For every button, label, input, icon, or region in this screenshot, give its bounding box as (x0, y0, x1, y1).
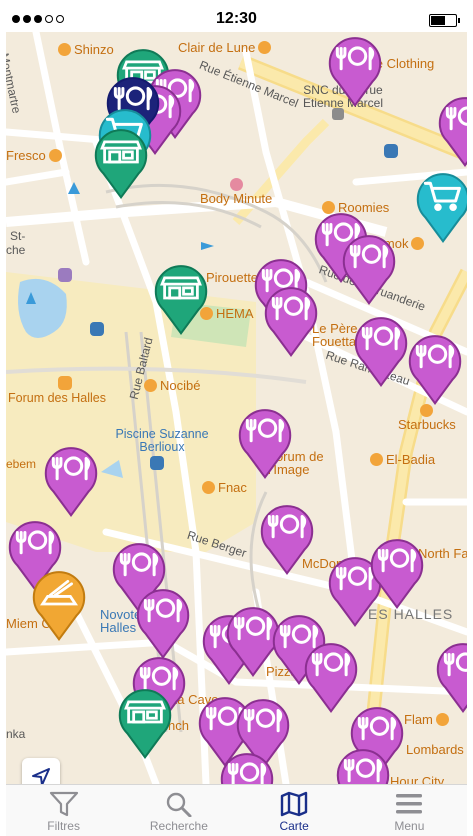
station-icon[interactable] (332, 108, 344, 120)
shop-marker[interactable] (92, 124, 150, 200)
restaurant-marker[interactable] (406, 330, 464, 406)
restaurant-marker[interactable] (326, 32, 384, 108)
phone-screen: 12:30 Montmartre Rue Étienne Marcel Rue … (6, 6, 467, 836)
restaurant-marker[interactable] (236, 404, 294, 480)
restaurant-marker[interactable] (258, 500, 316, 576)
filter-icon (49, 791, 78, 817)
restaurant-icon (238, 409, 292, 480)
restaurant-marker[interactable] (218, 748, 276, 784)
restaurant-marker[interactable] (340, 230, 398, 306)
restaurant-icon (354, 317, 408, 388)
shop-icon (118, 689, 172, 760)
search-icon (166, 792, 192, 817)
shop-icon (94, 129, 148, 200)
tab-menu[interactable]: Menu (352, 785, 467, 836)
tab-label: Menu (394, 819, 425, 833)
poi-label[interactable]: Pirouette (206, 270, 258, 285)
restaurant-icon (438, 97, 467, 168)
map-icon (280, 791, 308, 817)
restaurant-icon (370, 539, 424, 610)
poi-label[interactable]: Flam (404, 712, 449, 727)
grocery-icon (416, 173, 467, 244)
poi-label[interactable]: El-Badia (370, 452, 435, 467)
place-label: Piscine Suzanne Berlioux (115, 427, 209, 454)
place-label: nka (6, 727, 26, 741)
tab-label: Recherche (149, 819, 208, 833)
bakery-marker[interactable] (30, 566, 88, 642)
restaurant-icon (342, 235, 396, 306)
place-label: Forum des Halles (8, 391, 106, 405)
shopping-icon[interactable] (58, 376, 72, 390)
restaurant-icon (220, 753, 274, 784)
place-label: St- (10, 229, 26, 243)
poi-label[interactable]: Nocibé (144, 378, 200, 393)
tab-bar: Filtres Recherche Carte Menu (6, 784, 467, 836)
restaurant-icon (44, 447, 98, 518)
map-view[interactable]: Montmartre Rue Étienne Marcel Rue Baltar… (6, 32, 467, 784)
shop-marker[interactable] (152, 260, 210, 336)
battery-icon (429, 14, 460, 27)
poi-label[interactable]: Shinzo (58, 42, 114, 57)
restaurant-marker[interactable] (42, 442, 100, 518)
restaurant-icon (408, 335, 462, 406)
restaurant-icon (136, 589, 190, 660)
restaurant-icon (260, 505, 314, 576)
poi-label[interactable]: Lombards (406, 742, 464, 757)
restaurant-marker[interactable] (434, 638, 467, 714)
grocery-marker[interactable] (414, 168, 467, 244)
restaurant-marker[interactable] (334, 744, 392, 784)
tab-recherche[interactable]: Recherche (121, 785, 236, 836)
tab-carte[interactable]: Carte (237, 785, 352, 836)
restaurant-icon (328, 37, 382, 108)
poi-label[interactable]: Clair de Lune (178, 40, 272, 55)
poi-label[interactable]: Starbucks (398, 404, 456, 432)
location-arrow-icon (32, 768, 50, 784)
restaurant-marker[interactable] (262, 282, 320, 358)
tab-filtres[interactable]: Filtres (6, 785, 121, 836)
restaurant-icon (336, 749, 390, 784)
poi-label[interactable]: Fresco (6, 148, 62, 163)
metro-icon[interactable] (150, 456, 164, 470)
parking-icon[interactable] (58, 268, 72, 282)
menu-icon (396, 794, 423, 814)
shop-icon (154, 265, 208, 336)
status-time: 12:30 (216, 10, 257, 27)
place-label: ebem (6, 457, 37, 471)
restaurant-marker[interactable] (352, 312, 410, 388)
tab-label: Carte (279, 819, 309, 833)
locate-me-button[interactable] (22, 758, 60, 784)
restaurant-icon (264, 287, 318, 358)
restaurant-marker[interactable] (436, 92, 467, 168)
metro-icon[interactable] (384, 144, 398, 158)
tab-label: Filtres (47, 819, 80, 833)
place-label: che (6, 243, 26, 257)
shop-marker[interactable] (116, 684, 174, 760)
poi-label[interactable]: Body Minute (200, 178, 272, 206)
restaurant-icon (436, 643, 467, 714)
restaurant-marker[interactable] (134, 584, 192, 660)
status-bar: 12:30 (6, 6, 467, 32)
metro-icon[interactable] (90, 322, 104, 336)
bakery-icon (32, 571, 86, 642)
poi-label[interactable]: Fnac (202, 480, 247, 495)
restaurant-marker[interactable] (368, 534, 426, 610)
